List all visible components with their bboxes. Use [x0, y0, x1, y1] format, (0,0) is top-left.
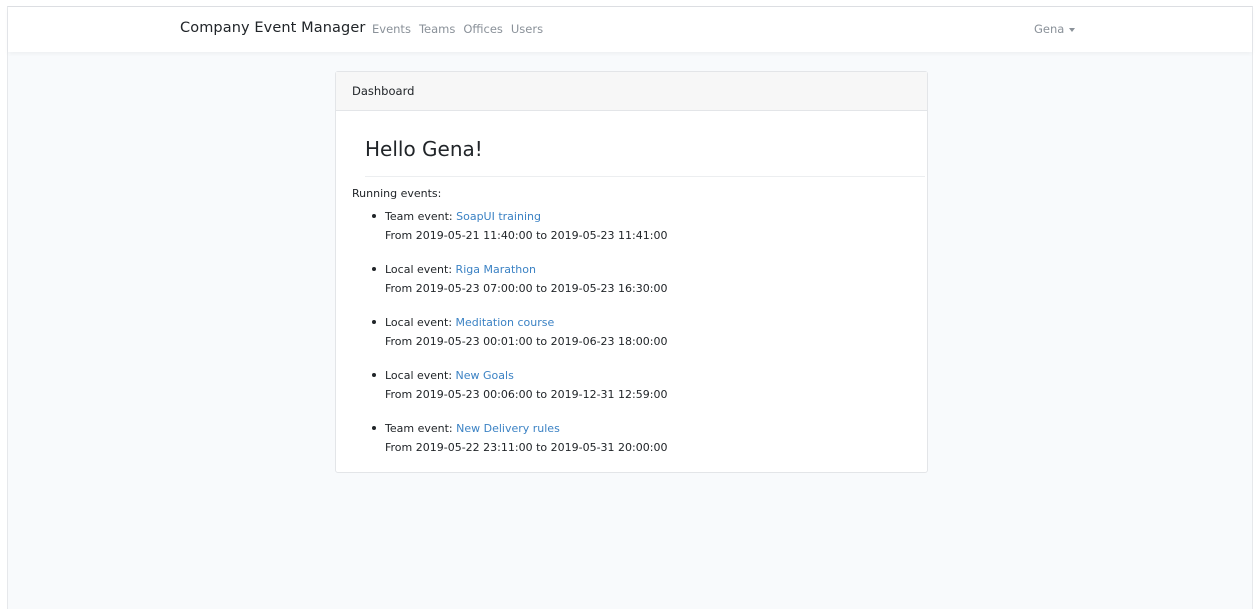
event-link[interactable]: New Goals [456, 369, 514, 382]
divider [365, 176, 925, 177]
user-name: Gena [1034, 22, 1065, 36]
top-navbar: Company Event Manager Events Teams Offic… [8, 7, 1252, 52]
app-frame: Company Event Manager Events Teams Offic… [7, 6, 1253, 609]
main-nav: Events Teams Offices Users [372, 22, 543, 36]
nav-offices-link[interactable]: Offices [463, 22, 503, 36]
brand-link[interactable]: Company Event Manager [180, 20, 365, 36]
event-item: Local event: Riga Marathon From 2019-05-… [352, 260, 911, 298]
nav-teams-link[interactable]: Teams [419, 22, 455, 36]
event-range: From 2019-05-22 23:11:00 to 2019-05-31 2… [385, 441, 668, 454]
greeting-heading: Hello Gena! [365, 137, 483, 161]
running-events-label: Running events: [352, 187, 442, 200]
card-header: Dashboard [336, 72, 927, 111]
event-item: Team event: New Delivery rules From 2019… [352, 419, 911, 457]
nav-users-link[interactable]: Users [511, 22, 543, 36]
event-range: From 2019-05-21 11:40:00 to 2019-05-23 1… [385, 229, 668, 242]
event-item: Local event: Meditation course From 2019… [352, 313, 911, 351]
event-item: Local event: New Goals From 2019-05-23 0… [352, 366, 911, 404]
event-type: Team event: [385, 422, 453, 435]
event-link[interactable]: SoapUI training [456, 210, 541, 223]
event-range: From 2019-05-23 07:00:00 to 2019-05-23 1… [385, 282, 668, 295]
event-link[interactable]: Riga Marathon [456, 263, 536, 276]
event-link[interactable]: Meditation course [456, 316, 555, 329]
event-type: Local event: [385, 316, 453, 329]
event-type: Local event: [385, 263, 453, 276]
events-list: Team event: SoapUI training From 2019-05… [352, 207, 911, 457]
card-body: Hello Gena! Running events: Team event: … [336, 111, 927, 457]
event-item: Team event: SoapUI training From 2019-05… [352, 207, 911, 245]
event-range: From 2019-05-23 00:06:00 to 2019-12-31 1… [385, 388, 668, 401]
event-type: Team event: [385, 210, 453, 223]
dashboard-card: Dashboard Hello Gena! Running events: Te… [335, 71, 928, 473]
caret-down-icon [1069, 27, 1076, 32]
user-menu-dropdown[interactable]: Gena [1034, 22, 1076, 36]
nav-events-link[interactable]: Events [372, 22, 411, 36]
event-link[interactable]: New Delivery rules [456, 422, 560, 435]
event-range: From 2019-05-23 00:01:00 to 2019-06-23 1… [385, 335, 668, 348]
event-type: Local event: [385, 369, 453, 382]
